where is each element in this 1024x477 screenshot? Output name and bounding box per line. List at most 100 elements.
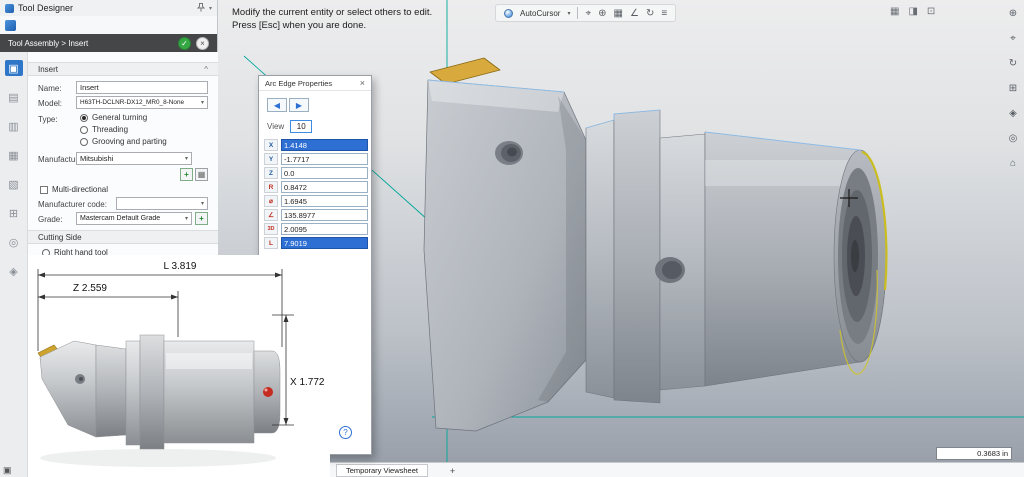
tab-temporary-viewsheet[interactable]: Temporary Viewsheet <box>336 464 428 477</box>
display-panel-icon[interactable]: ⊞ <box>5 205 23 221</box>
confirm-button[interactable]: ✓ <box>178 37 191 50</box>
grid-view-icon[interactable]: ▦ <box>890 6 899 17</box>
gnomon-icon[interactable]: ◈ <box>1009 108 1017 119</box>
tool-holder-model[interactable] <box>424 58 886 431</box>
home-view-icon[interactable]: ⌂ <box>1010 158 1016 169</box>
refresh-icon[interactable]: ↻ <box>646 8 654 19</box>
chevron-down-icon[interactable]: ▾ <box>567 10 570 17</box>
manufacturer-select[interactable]: Mitsubishi ▾ <box>76 152 192 165</box>
section-insert-label: Insert <box>38 65 58 74</box>
toolpaths-tab-icon[interactable]: ▣ <box>3 465 12 476</box>
manufacturer-code-label: Manufacturer code: <box>38 200 107 209</box>
autocursor-ball-icon[interactable] <box>504 9 513 18</box>
assembly-panel-icon[interactable]: ▥ <box>5 118 23 134</box>
tool-dimension-inset: L 3.819 Z 2.559 X 1.772 <box>28 255 330 477</box>
model-label: Model: <box>38 99 62 108</box>
angle-value-field[interactable]: 135.8977 <box>281 209 368 221</box>
previous-entity-button[interactable]: ◀ <box>267 98 287 112</box>
model-select[interactable]: H63TH-DCLNR-DX12_MR0_8-None ▾ <box>76 96 208 109</box>
breadcrumb-text: Tool Assembly > Insert <box>8 39 88 48</box>
radius-icon: R <box>264 181 278 193</box>
cancel-button[interactable]: × <box>196 37 209 50</box>
name-input[interactable]: Insert <box>76 81 208 94</box>
manufacturer-code-select[interactable]: ▾ <box>116 197 208 210</box>
grade-select[interactable]: Mastercam Default Grade ▾ <box>76 212 192 225</box>
assembly-doc-icon[interactable] <box>5 20 16 31</box>
diameter-value-field[interactable]: 1.6945 <box>281 195 368 207</box>
length-value-field[interactable]: 7.9019 <box>281 237 368 249</box>
toolbar-separator <box>577 7 578 19</box>
angle-icon[interactable]: ∠ <box>630 8 639 19</box>
levels-panel-icon[interactable]: ▧ <box>5 176 23 192</box>
radio-grooving-parting[interactable]: Grooving and parting <box>80 137 167 146</box>
3d-length-icon: 3D <box>264 223 278 235</box>
collapse-icon[interactable]: ^ <box>204 65 208 74</box>
radio-icon[interactable] <box>80 126 88 134</box>
z-coordinate-icon: Z <box>264 167 278 179</box>
target-icon[interactable]: ⌖ <box>585 8 591 19</box>
x-value-field[interactable]: 1.4148 <box>281 139 368 151</box>
prompt-message: Modify the current entity or select othe… <box>232 6 432 32</box>
3d-length-value-field[interactable]: 2.0095 <box>281 223 368 235</box>
orbit-icon[interactable]: ◎ <box>1009 133 1018 144</box>
help-button[interactable]: ? <box>339 426 352 439</box>
zoom-window-icon[interactable]: ⊞ <box>1009 83 1017 94</box>
boxed-view-icon[interactable]: ⊡ <box>927 6 935 17</box>
autocursor-target-icon[interactable]: ⌖ <box>1010 33 1016 44</box>
section-header-insert[interactable]: Insert ^ <box>28 62 218 76</box>
y-value-field[interactable]: -1.7717 <box>281 153 368 165</box>
insert-tip[interactable] <box>430 58 500 84</box>
geometry-panel-icon[interactable]: ▦ <box>5 147 23 163</box>
settings-panel-icon[interactable]: ◎ <box>5 234 23 250</box>
prompt-line-1: Modify the current entity or select othe… <box>232 6 432 19</box>
autocursor-label[interactable]: AutoCursor <box>520 9 560 18</box>
dialog-title: Arc Edge Properties <box>265 79 332 88</box>
app-window: Modify the current entity or select othe… <box>0 0 1024 477</box>
split-view-icon[interactable]: ◨ <box>908 6 917 17</box>
field-radius: R 0.8472 <box>259 180 373 194</box>
grid-icon[interactable]: ▦ <box>614 8 623 19</box>
holder-panel-icon[interactable]: ▤ <box>5 89 23 105</box>
dialog-titlebar[interactable]: Arc Edge Properties × <box>259 76 371 91</box>
chevron-down-icon: ▾ <box>199 200 204 207</box>
add-viewsheet-button[interactable]: + <box>446 464 459 477</box>
tool-photo <box>38 335 280 449</box>
menu-icon[interactable]: ≡ <box>661 8 667 19</box>
list-icon: ▦ <box>198 170 206 179</box>
panel-icon-strip: ▣ ▤ ▥ ▦ ▧ ⊞ ◎ ◈ <box>0 52 28 477</box>
view-number-field[interactable]: 10 <box>290 120 312 133</box>
prompt-line-2: Press [Esc] when you are done. <box>232 19 432 32</box>
add-grade-button[interactable]: + <box>195 212 208 225</box>
pin-icon[interactable] <box>197 3 205 14</box>
length-icon: L <box>264 237 278 249</box>
view-row: View 10 <box>267 120 312 133</box>
rotate-view-icon[interactable]: ↻ <box>1009 58 1017 69</box>
info-panel-icon[interactable]: ◈ <box>5 263 23 279</box>
select-icon[interactable]: ⊕ <box>1009 8 1017 19</box>
panel-chevron-icon[interactable]: ▾ <box>209 5 212 12</box>
grade-value: Mastercam Default Grade <box>80 215 160 222</box>
radio-icon[interactable] <box>80 138 88 146</box>
flange-ring-1 <box>586 120 614 398</box>
chevron-down-icon: ▾ <box>183 155 188 162</box>
field-diameter: ⌀ 1.6945 <box>259 194 373 208</box>
tool-dimension-drawing: L 3.819 Z 2.559 X 1.772 <box>28 255 330 477</box>
radio-threading[interactable]: Threading <box>80 125 128 134</box>
radio-general-turning[interactable]: General turning <box>80 113 147 122</box>
edit-manufacturer-button[interactable]: ▦ <box>195 168 208 181</box>
plus-icon[interactable]: ⊕ <box>598 8 606 19</box>
panel-titlebar: Tool Designer ▾ <box>0 0 217 16</box>
multi-directional-checkbox[interactable]: Multi-directional <box>40 185 108 194</box>
insert-panel-icon[interactable]: ▣ <box>5 60 23 76</box>
section-header-cutting-side[interactable]: Cutting Side <box>28 230 218 244</box>
model-value: H63TH-DCLNR-DX12_MR0_8-None <box>80 99 184 106</box>
next-entity-button[interactable]: ▶ <box>289 98 309 112</box>
close-icon[interactable]: × <box>360 78 365 88</box>
radius-value-field[interactable]: 0.8472 <box>281 181 368 193</box>
panel-title: Tool Designer <box>18 3 73 13</box>
add-manufacturer-button[interactable]: + <box>180 168 193 181</box>
z-value-field[interactable]: 0.0 <box>281 167 368 179</box>
checkbox-icon[interactable] <box>40 186 48 194</box>
breadcrumb: Tool Assembly > Insert ✓ × <box>0 34 217 52</box>
radio-icon[interactable] <box>80 114 88 122</box>
